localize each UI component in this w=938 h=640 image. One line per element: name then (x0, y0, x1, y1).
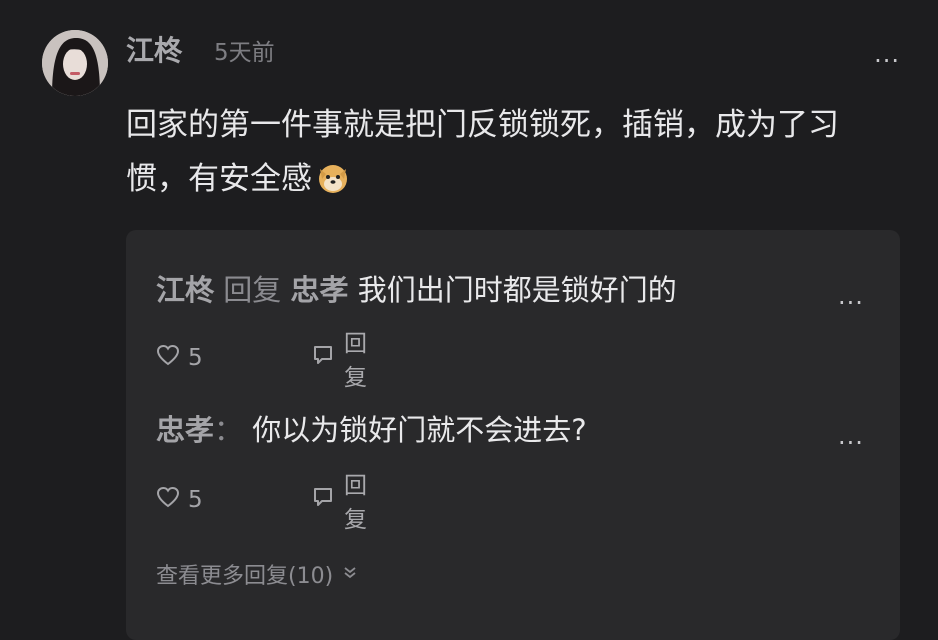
comment-icon (312, 344, 334, 372)
reply-2-reply-label: 回复 (344, 473, 367, 533)
reply-2-separator: ： (214, 413, 244, 447)
reply-2-more-button[interactable]: ... (838, 422, 864, 450)
reply-1-verb: 回复 (223, 273, 282, 307)
reply-1-author[interactable]: 江柊 (156, 273, 214, 307)
comment-author[interactable]: 江柊 (126, 33, 182, 69)
comment-time: 5天前 (214, 40, 275, 66)
reply-1-like-button[interactable]: 5 (156, 344, 203, 372)
heart-icon (156, 486, 180, 514)
reply-2: 忠孝： 你以为锁好门就不会进去? (156, 410, 587, 450)
reply-1-actions: 5 回复 (156, 331, 367, 391)
doge-emoji-icon (316, 158, 350, 193)
reply-2-actions: 5 回复 (156, 473, 367, 533)
reply-2-text: 你以为锁好门就不会进去? (252, 413, 587, 447)
reply-1-reply-button[interactable]: 回复 (312, 324, 367, 392)
view-more-label: 查看更多回复(10) (156, 564, 334, 589)
reply-2-author[interactable]: 忠孝 (156, 413, 214, 447)
reply-1-more-button[interactable]: ... (838, 282, 864, 310)
reply-1-reply-label: 回复 (344, 331, 367, 391)
reply-2-like-button[interactable]: 5 (156, 486, 203, 514)
heart-icon (156, 344, 180, 372)
comment-more-button[interactable]: ... (874, 40, 900, 68)
comment-text: 回家的第一件事就是把门反锁锁死，插销，成为了习惯，有安全感 (126, 107, 839, 197)
reply-1-like-count: 5 (188, 345, 203, 371)
replies-panel: 江柊 回复 忠孝 我们出门时都是锁好门的 ... 5 回复 忠孝： 你以为锁好门… (126, 230, 900, 640)
avatar[interactable] (42, 30, 108, 96)
reply-2-like-count: 5 (188, 487, 203, 513)
chevron-down-icon (341, 562, 359, 587)
view-more-replies-button[interactable]: 查看更多回复(10) (156, 558, 359, 590)
avatar-image (42, 30, 108, 96)
comment-icon (312, 486, 334, 514)
comment-body: 回家的第一件事就是把门反锁锁死，插销，成为了习惯，有安全感 (126, 98, 896, 206)
reply-1-text: 我们出门时都是锁好门的 (357, 273, 677, 307)
reply-1-target[interactable]: 忠孝 (290, 273, 348, 307)
reply-2-reply-button[interactable]: 回复 (312, 466, 367, 534)
reply-1: 江柊 回复 忠孝 我们出门时都是锁好门的 (156, 270, 677, 310)
